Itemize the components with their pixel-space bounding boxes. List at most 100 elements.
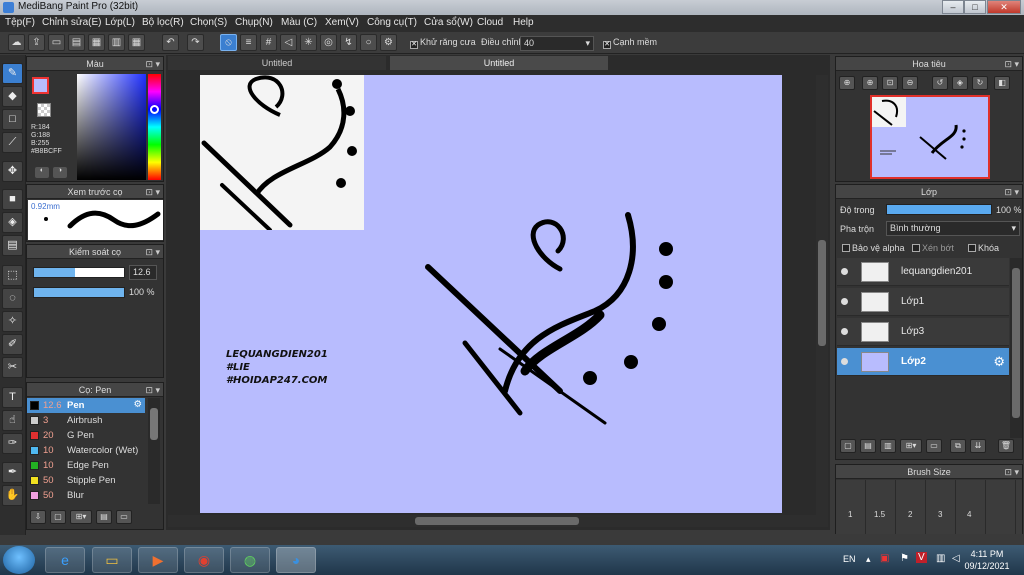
menu-filter[interactable]: Bộ lọc(R) — [142, 17, 184, 28]
antialias-option[interactable]: ✕ Khử răng cưa — [410, 37, 476, 49]
vanishing-snap-icon[interactable]: ◁ — [280, 34, 297, 51]
radial-snap-icon[interactable]: ✳ — [300, 34, 317, 51]
chrome-icon[interactable]: ◉ — [184, 547, 224, 573]
palette-icon[interactable]: ◐ — [35, 167, 49, 178]
soft-edge-option[interactable]: ✕ Cạnh mềm — [603, 37, 657, 49]
gear-icon[interactable]: ⚙ — [133, 399, 142, 410]
eraser-tool-icon[interactable]: ◆ — [2, 86, 23, 107]
pen-tool-icon[interactable]: ✒ — [2, 462, 23, 483]
rect-tool-icon[interactable]: □ — [2, 109, 23, 130]
tab-untitled-1[interactable]: Untitled — [168, 56, 386, 70]
new-layer-icon[interactable]: ▢ — [840, 439, 856, 453]
layer-item[interactable]: lequangdien201 — [837, 258, 1009, 286]
layer-item-selected[interactable]: Lớp2 ⚙ — [837, 348, 1009, 376]
v-app-icon[interactable]: V — [916, 552, 927, 563]
chat-icon[interactable]: ▤ — [68, 34, 85, 51]
ellipse-snap-icon[interactable]: ○ — [360, 34, 377, 51]
clock[interactable]: 4:11 PM 09/12/2021 — [962, 548, 1012, 572]
menu-capture[interactable]: Chụp(N) — [235, 17, 273, 28]
new-8bit-layer-icon[interactable]: ▥ — [880, 439, 896, 453]
brush-copy-icon[interactable]: ▤ — [96, 510, 112, 524]
hue-handle[interactable] — [150, 105, 159, 114]
fill-rect-tool-icon[interactable]: ■ — [2, 189, 23, 210]
primary-color-swatch[interactable] — [32, 77, 49, 94]
app-icon[interactable]: ◍ — [230, 547, 270, 573]
new-halftone-layer-icon[interactable]: ▤ — [860, 439, 876, 453]
opacity-slider[interactable] — [33, 287, 125, 298]
zoom-in-icon[interactable]: ⊕ — [839, 76, 855, 90]
brush-item-g-pen[interactable]: 20 G Pen — [27, 428, 145, 443]
medibang-task-icon[interactable]: ◕ — [276, 547, 316, 573]
close-button[interactable]: ✕ — [987, 0, 1021, 14]
curve-snap-icon[interactable]: ↯ — [340, 34, 357, 51]
cloud-icon[interactable]: ☁ — [8, 34, 25, 51]
antialias-checkbox[interactable]: ✕ — [410, 41, 418, 49]
scrollbar-thumb[interactable] — [150, 408, 158, 440]
layer-folder-icon[interactable]: ▭ — [926, 439, 942, 453]
expand-icon[interactable]: ⊡ ▾ — [145, 57, 160, 71]
rotate-left-icon[interactable]: ↺ — [932, 76, 948, 90]
clipping-option[interactable]: Xén bớt — [912, 243, 954, 253]
grid-snap-icon[interactable]: # — [260, 34, 277, 51]
network-icon[interactable]: ▥ — [936, 553, 945, 564]
brush-download-icon[interactable]: ⇩ — [30, 510, 46, 524]
rotate-right-icon[interactable]: ↻ — [972, 76, 988, 90]
duplicate-layer-icon[interactable]: ⧉ — [950, 439, 966, 453]
magic-wand-icon[interactable]: ✧ — [2, 311, 23, 332]
size-value[interactable]: 12.6 — [129, 265, 157, 280]
layer-opacity-slider[interactable] — [886, 204, 992, 215]
text-tool-icon[interactable]: T — [2, 387, 23, 408]
undo-icon[interactable]: ↶ — [162, 34, 179, 51]
line-tool-icon[interactable]: ⟋ — [2, 132, 23, 153]
media-player-icon[interactable]: ▶ — [138, 547, 178, 573]
adjust-select[interactable]: 40 ▾ — [520, 36, 594, 51]
panel-icon[interactable]: ▥ — [108, 34, 125, 51]
lock-checkbox[interactable] — [968, 244, 976, 252]
eyedropper-tool-icon[interactable]: ✑ — [2, 433, 23, 454]
operation-tool-icon[interactable]: ☝ — [2, 410, 23, 431]
share-icon[interactable]: ⇪ — [28, 34, 45, 51]
comment-icon[interactable]: ▭ — [48, 34, 65, 51]
eye-icon[interactable] — [841, 298, 848, 305]
menu-layer[interactable]: Lớp(L) — [105, 17, 135, 28]
menu-tools[interactable]: Công cụ(T) — [367, 17, 417, 28]
menu-cloud[interactable]: Cloud — [477, 17, 503, 28]
expand-icon[interactable]: ⊡ ▾ — [145, 245, 160, 259]
parallel-snap-icon[interactable]: ≡ — [240, 34, 257, 51]
minimize-button[interactable]: – — [942, 0, 964, 14]
add-layer-menu-icon[interactable]: ⊞▾ — [900, 439, 922, 453]
start-button[interactable] — [3, 546, 35, 574]
menu-file[interactable]: Tệp(F) — [5, 17, 35, 28]
brush-new-icon[interactable]: ▢ — [50, 510, 66, 524]
tray-app-icon[interactable]: ▣ — [880, 553, 889, 564]
blend-select[interactable]: Bình thường ▾ — [886, 221, 1020, 236]
settings-icon[interactable]: ⚙ — [380, 34, 397, 51]
eye-icon[interactable] — [841, 358, 848, 365]
vscroll-thumb[interactable] — [818, 240, 826, 346]
menu-edit[interactable]: Chỉnh sửa(E) — [42, 17, 102, 28]
layer-item[interactable]: Lớp3 — [837, 318, 1009, 346]
saturation-value-picker[interactable] — [77, 74, 146, 180]
protect-alpha-checkbox[interactable] — [842, 244, 850, 252]
secondary-color-swatch[interactable] — [37, 103, 51, 117]
brush-item-stipple-pen[interactable]: 50 Stipple Pen — [27, 473, 145, 488]
brush-folder-icon[interactable]: ▭ — [116, 510, 132, 524]
flag-icon[interactable]: ⚑ — [900, 553, 909, 564]
brush-size-option[interactable]: 4 — [967, 510, 971, 519]
select-tool-icon[interactable]: ⬚ — [2, 265, 23, 286]
hue-slider[interactable] — [148, 74, 161, 180]
tab-untitled-2[interactable]: Untitled — [390, 56, 608, 70]
zoom-in-2-icon[interactable]: ⊕ — [862, 76, 878, 90]
brush-list-scrollbar[interactable] — [148, 398, 160, 504]
expand-icon[interactable]: ⊡ ▾ — [145, 383, 160, 397]
layer-list-scrollbar[interactable] — [1010, 258, 1022, 438]
canvas-horizontal-scrollbar[interactable] — [168, 515, 828, 527]
grid-icon[interactable]: ▦ — [128, 34, 145, 51]
reset-view-icon[interactable]: ◈ — [952, 76, 968, 90]
move-tool-icon[interactable]: ✥ — [2, 161, 23, 182]
lock-option[interactable]: Khóa — [968, 243, 999, 253]
expand-icon[interactable]: ⊡ ▾ — [1004, 185, 1019, 199]
eye-icon[interactable] — [841, 268, 848, 275]
hscroll-thumb[interactable] — [415, 517, 579, 525]
lasso-tool-icon[interactable]: ◌ — [2, 288, 23, 309]
